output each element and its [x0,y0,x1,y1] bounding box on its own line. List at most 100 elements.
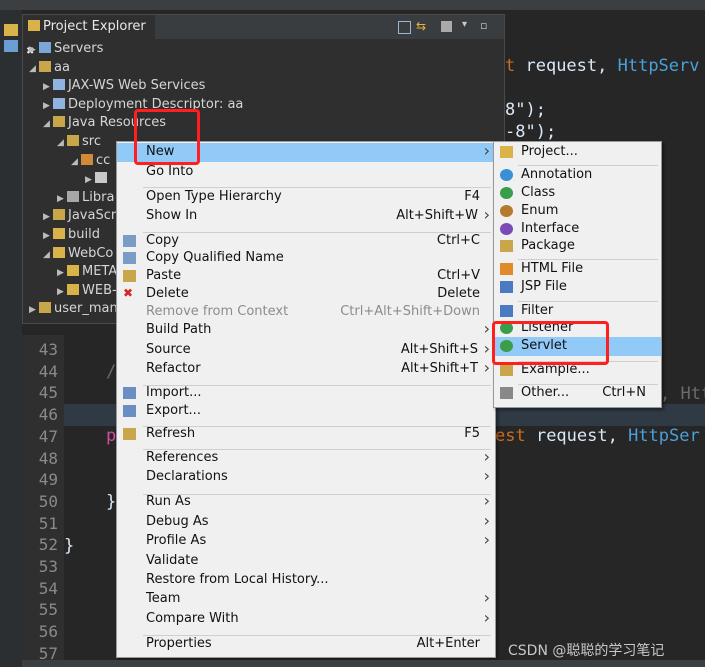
menu-item-run-as[interactable]: Run As › [117,491,495,512]
menu-item-declarations[interactable]: Declarations › [117,466,495,487]
view-menu-icon[interactable]: ▾ [462,19,467,30]
menu-item-references[interactable]: References › [117,447,495,468]
tree-item[interactable]: ▶ JavaScri [43,207,120,225]
twisty-icon[interactable]: ◢ [43,115,53,133]
tree-node-icon [53,246,65,258]
collapse-all-icon[interactable] [398,21,411,34]
menu-item-label: Properties [146,636,212,651]
tab-project-explorer[interactable]: Project Explorer ✖ [23,15,155,57]
twisty-icon[interactable]: ▶ [43,208,53,226]
tree-item-label: cc [96,152,111,168]
tree-item[interactable]: ◢ src [57,133,101,151]
menu-item-label: Remove from Context [146,304,289,319]
code-fragment: , Htt [660,384,705,404]
menu-item-compare-with[interactable]: Compare With › [117,608,495,629]
submenu-item-html-file[interactable]: HTML File [494,260,661,279]
twisty-icon[interactable]: ▶ [43,78,53,96]
tree-item[interactable]: ◢ cc [71,152,110,170]
menu-item-delete[interactable]: ✖ Delete Delete [117,285,495,304]
twisty-icon[interactable]: ▶ [85,171,95,189]
tree-item[interactable]: ▶ Servers [29,40,103,58]
menu-item-restore-from-local-history[interactable]: Restore from Local History... [117,571,495,590]
menu-item-label: Project... [521,144,578,159]
submenu-item-project[interactable]: Project... [494,143,661,162]
menu-item-export[interactable]: Export... [117,402,495,421]
submenu-item-class[interactable]: Class [494,184,661,203]
menu-item-shortcut: Ctrl+V [437,268,480,283]
package-explorer-icon[interactable] [4,24,18,36]
tab-label: Project Explorer [43,19,146,34]
menu-item-refactor[interactable]: Refactor Alt+Shift+T › [117,358,495,379]
chevron-right-icon: › [483,608,490,627]
tree-item[interactable]: ▶ WEB- [57,282,117,300]
submenu-item-other[interactable]: Other... Ctrl+N [494,384,661,403]
tree-node-icon [53,209,65,221]
menu-item-remove-from-context: Remove from Context Ctrl+Alt+Shift+Down [117,303,495,322]
tree-item[interactable]: ▶ META [57,263,117,281]
status-bar [22,660,705,667]
menu-item-team[interactable]: Team › [117,588,495,609]
twisty-icon[interactable]: ▶ [57,264,67,282]
chevron-right-icon: › [483,141,490,160]
tree-item-label: build [68,227,100,242]
twisty-icon[interactable]: ◢ [71,153,81,171]
twisty-icon[interactable]: ◢ [43,246,53,264]
menu-item-label: Validate [146,553,199,568]
filter-view-icon[interactable] [441,21,452,32]
menu-item-import[interactable]: Import... [117,384,495,403]
tree-item[interactable]: ▶ build [43,226,100,244]
menu-item-label: Copy [146,233,179,248]
twisty-icon[interactable]: ▶ [57,283,67,301]
twisty-icon[interactable]: ▶ [29,301,39,319]
menu-item-label: Annotation [521,167,593,182]
outline-icon[interactable] [4,40,18,52]
submenu-item-package[interactable]: Package [494,237,661,256]
submenu-item-annotation[interactable]: Annotation [494,166,661,185]
tree-item[interactable]: ▶ user_mana [29,300,126,318]
chevron-right-icon: › [483,491,490,510]
menu-item-refresh[interactable]: Refresh F5 [117,425,495,444]
code-fragment: / [106,362,117,382]
delete-icon: ✖ [123,286,134,300]
chevron-right-icon: › [483,588,490,607]
menu-item-copy-qualified-name[interactable]: Copy Qualified Name [117,249,495,268]
tree-node-icon [53,228,65,239]
line-number: 47 [38,426,58,446]
chevron-right-icon: › [483,511,490,530]
twisty-icon[interactable]: ▶ [29,41,39,59]
tree-node-icon [67,265,79,277]
tree-item[interactable]: ▶ [85,170,110,188]
menu-item-validate[interactable]: Validate [117,552,495,571]
menu-item-debug-as[interactable]: Debug As › [117,511,495,532]
menu-item-show-in[interactable]: Show In Alt+Shift+W › [117,205,495,226]
menu-item-build-path[interactable]: Build Path › [117,319,495,340]
tree-item[interactable]: ▶ JAX-WS Web Services [43,77,205,95]
submenu-item-jsp-file[interactable]: JSP File [494,278,661,297]
import-icon [123,387,136,399]
submenu-item-enum[interactable]: Enum [494,202,661,221]
menu-item-profile-as[interactable]: Profile As › [117,530,495,551]
menu-item-go-into[interactable]: Go Into [117,163,495,182]
twisty-icon[interactable]: ◢ [57,134,67,152]
code-token: t [505,56,526,76]
twisty-icon[interactable]: ◢ [29,60,39,78]
tree-item[interactable]: ▶ Libra [57,189,114,207]
twisty-icon[interactable]: ▶ [43,97,53,115]
menu-item-source[interactable]: Source Alt+Shift+S › [117,339,495,360]
line-number: 52 [38,535,58,555]
menu-item-open-type-hierarchy[interactable]: Open Type Hierarchy F4 [117,188,495,207]
menu-item-paste[interactable]: Paste Ctrl+V [117,267,495,286]
menu-item-shortcut: F5 [464,426,480,441]
menu-item-properties[interactable]: Properties Alt+Enter [117,635,495,654]
menu-item-label: Compare With [146,611,239,626]
line-number: 54 [38,578,58,598]
twisty-icon[interactable]: ▶ [57,190,67,208]
chevron-right-icon: › [483,319,490,338]
tree-item[interactable]: ◢ aa [29,59,70,77]
minimize-icon[interactable]: ▫ [480,19,487,32]
tree-item-label: Servers [54,41,104,56]
menu-item-label: Delete [146,286,189,301]
link-with-editor-icon[interactable]: ⇆ [416,19,426,33]
twisty-icon[interactable]: ▶ [43,227,53,245]
tree-item[interactable]: ◢ WebCo [43,245,113,263]
